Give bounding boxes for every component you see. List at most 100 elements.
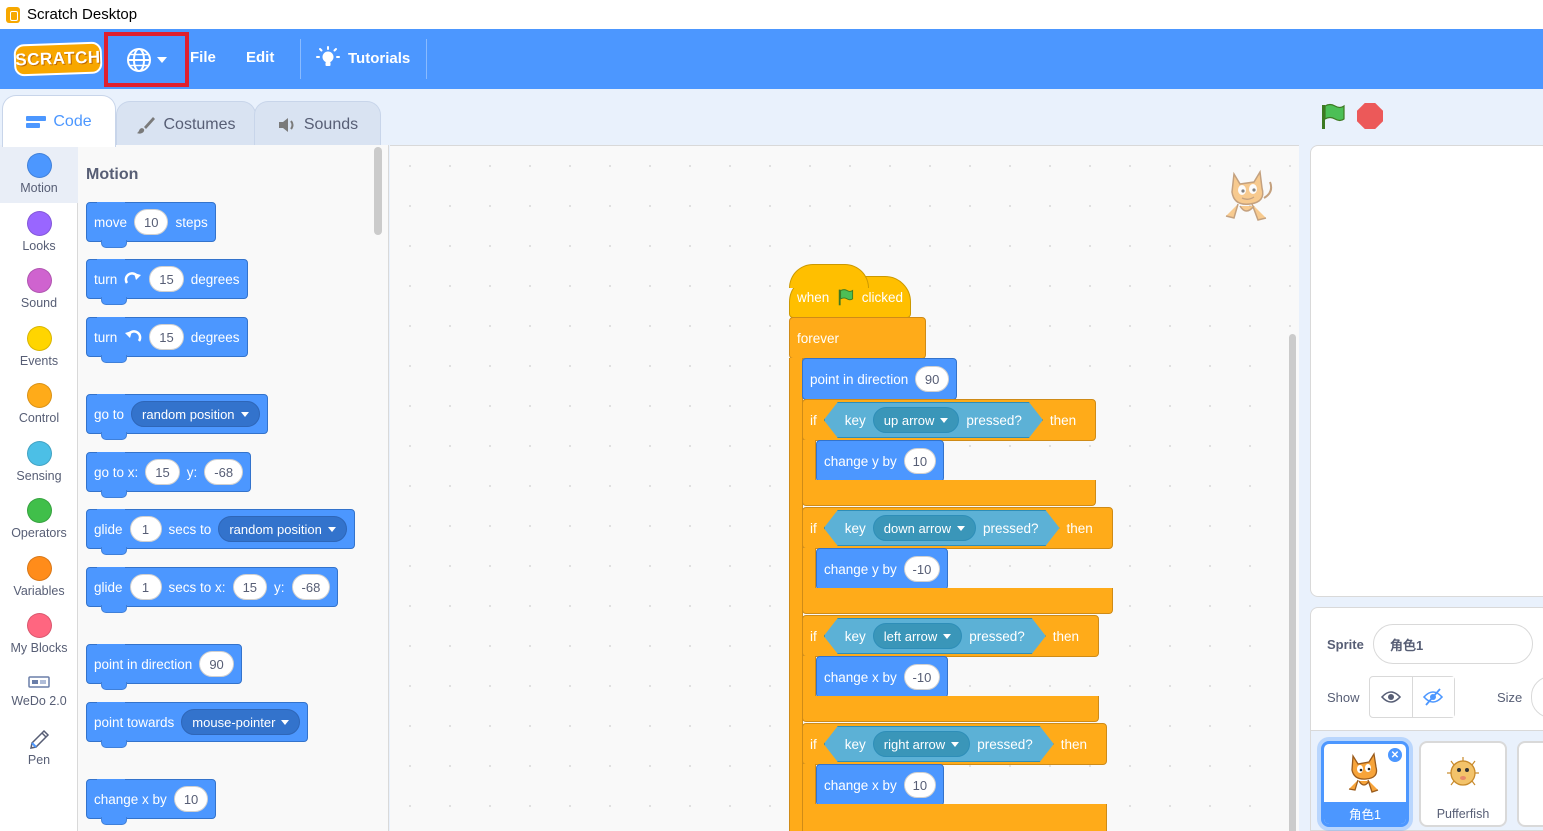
tab-costumes[interactable]: Costumes — [116, 101, 256, 147]
language-menu-button[interactable] — [104, 32, 189, 87]
block-key-pressed[interactable]: key up arrow pressed? — [824, 402, 1043, 438]
block-change-x-by[interactable]: change x by -10 — [816, 656, 948, 698]
degrees-input[interactable]: 15 — [149, 324, 184, 350]
block-turn-right[interactable]: turn 15 degrees — [86, 259, 248, 305]
tutorials-menu[interactable]: Tutorials — [316, 46, 410, 70]
block-move-steps[interactable]: move 10 steps — [86, 202, 216, 248]
block-text: steps — [175, 214, 208, 230]
caret-down-icon — [327, 526, 336, 532]
block-text: change y by — [824, 453, 897, 469]
category-wedo[interactable]: WeDo 2.0 — [0, 663, 78, 721]
change-input[interactable]: 10 — [903, 448, 936, 474]
category-control[interactable]: Control — [0, 375, 78, 433]
events-dot-icon — [26, 326, 52, 351]
speaker-icon — [278, 117, 294, 132]
block-change-x-by[interactable]: change x by 10 — [816, 764, 944, 806]
tab-costumes-label: Costumes — [163, 115, 236, 133]
green-flag-button[interactable] — [1318, 103, 1346, 131]
show-visible-button[interactable] — [1370, 677, 1413, 717]
stage-canvas[interactable] — [1310, 145, 1543, 597]
category-pen[interactable]: Pen — [0, 721, 78, 779]
block-go-to-xy[interactable]: go to x: 15 y: -68 — [86, 452, 252, 498]
category-label: Operators — [11, 526, 67, 540]
secs-input[interactable]: 1 — [129, 574, 162, 600]
block-if-up[interactable]: if key up arrow pressed? then — [802, 399, 1096, 441]
block-text: change x by — [94, 791, 167, 807]
size-input[interactable] — [1531, 676, 1543, 718]
block-forever[interactable]: forever — [789, 317, 926, 359]
towards-target-dropdown[interactable]: mouse-pointer — [181, 709, 301, 735]
category-looks[interactable]: Looks — [0, 203, 78, 261]
goto-target-dropdown[interactable]: random position — [131, 401, 260, 427]
category-motion[interactable]: Motion — [0, 145, 78, 203]
sprite-thumb-1[interactable]: ✕ 角色1 — [1321, 741, 1409, 827]
x-input[interactable]: 15 — [145, 459, 180, 485]
block-key-pressed[interactable]: key down arrow pressed? — [824, 510, 1060, 546]
sprite-thumb-2[interactable]: Pufferfish — [1419, 741, 1507, 827]
x-input[interactable]: 15 — [232, 574, 268, 600]
block-point-towards[interactable]: point towards mouse-pointer — [86, 702, 309, 748]
category-operators[interactable]: Operators — [0, 490, 78, 548]
block-text: pressed? — [982, 520, 1039, 536]
block-glide-to-xy[interactable]: glide 1 secs to x: 15 y: -68 — [86, 567, 339, 613]
cat-sprite-icon — [1348, 752, 1379, 793]
y-input[interactable]: -68 — [291, 574, 331, 600]
sprite-thumb-3[interactable] — [1517, 741, 1543, 827]
change-input[interactable]: -10 — [903, 556, 940, 582]
show-label: Show — [1327, 690, 1360, 705]
sprite-name-input[interactable]: 角色1 — [1373, 624, 1533, 664]
tab-code[interactable]: Code — [2, 95, 116, 147]
green-flag-icon — [839, 289, 854, 306]
block-point-in-direction[interactable]: point in direction 90 — [86, 644, 242, 690]
block-if-left[interactable]: if key left arrow pressed? then — [802, 615, 1099, 657]
key-dropdown[interactable]: down arrow — [873, 515, 976, 541]
sprite-thumb-name: 角色1 — [1324, 802, 1406, 824]
delete-sprite-icon[interactable]: ✕ — [1387, 747, 1403, 763]
block-change-y-by[interactable]: change y by -10 — [816, 548, 948, 590]
block-text: glide — [94, 579, 123, 595]
change-input[interactable]: -10 — [903, 664, 940, 690]
stop-button[interactable] — [1357, 103, 1383, 129]
caret-down-icon — [957, 526, 965, 531]
category-label: Sensing — [16, 469, 62, 483]
degrees-input[interactable]: 15 — [149, 266, 184, 292]
script-area[interactable]: when clicked forever point in direction … — [390, 145, 1299, 831]
key-dropdown[interactable]: up arrow — [873, 407, 960, 433]
block-text: move — [94, 214, 128, 230]
block-go-to[interactable]: go to random position — [86, 394, 268, 440]
globe-icon — [127, 47, 151, 72]
edit-menu[interactable]: Edit — [246, 49, 274, 66]
eye-slash-icon — [1423, 688, 1444, 706]
direction-input[interactable]: 90 — [199, 651, 234, 677]
block-turn-left[interactable]: turn 15 degrees — [86, 317, 248, 363]
glide-target-dropdown[interactable]: random position — [218, 516, 347, 542]
direction-input[interactable]: 90 — [915, 366, 949, 392]
palette-scrollbar[interactable] — [374, 147, 382, 235]
category-my-blocks[interactable]: My Blocks — [0, 605, 78, 663]
caret-down-icon — [943, 634, 951, 639]
tab-sounds[interactable]: Sounds — [254, 101, 381, 147]
block-glide-to[interactable]: glide 1 secs to random position — [86, 509, 355, 555]
show-hidden-button[interactable] — [1412, 677, 1454, 717]
block-if-down[interactable]: if key down arrow pressed? then — [802, 507, 1113, 549]
file-menu[interactable]: File — [190, 49, 216, 66]
script-area-scrollbar[interactable] — [1289, 334, 1296, 831]
category-events[interactable]: Events — [0, 318, 78, 376]
y-input[interactable]: -68 — [204, 459, 244, 485]
change-input[interactable]: 10 — [903, 772, 936, 798]
block-key-pressed[interactable]: key left arrow pressed? — [824, 618, 1046, 654]
block-key-pressed[interactable]: key right arrow pressed? — [824, 726, 1054, 762]
steps-input[interactable]: 10 — [134, 209, 169, 235]
change-x-input[interactable]: 10 — [173, 786, 209, 812]
key-dropdown[interactable]: right arrow — [873, 731, 970, 757]
block-change-y-by[interactable]: change y by 10 — [816, 440, 944, 482]
key-dropdown[interactable]: left arrow — [873, 623, 962, 649]
block-point-in-direction-script[interactable]: point in direction 90 — [802, 358, 957, 400]
category-sound[interactable]: Sound — [0, 260, 78, 318]
category-sensing[interactable]: Sensing — [0, 433, 78, 491]
category-variables[interactable]: Variables — [0, 548, 78, 606]
scratch-logo[interactable]: SCRATCH — [13, 41, 103, 77]
secs-input[interactable]: 1 — [129, 516, 162, 542]
block-if-right[interactable]: if key right arrow pressed? then — [802, 723, 1107, 765]
block-change-x-by[interactable]: change x by 10 — [86, 779, 217, 825]
